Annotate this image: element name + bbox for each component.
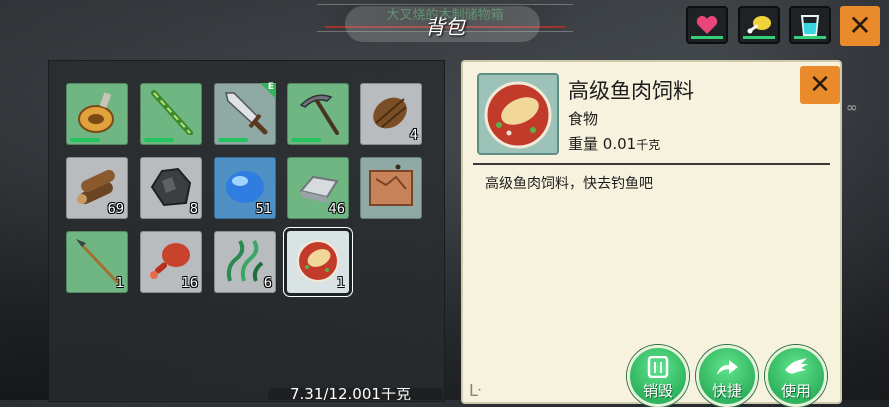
- map-icon: [369, 164, 413, 206]
- inventory-slot-iron-ingot[interactable]: 46: [287, 157, 349, 219]
- water-cup-icon: [800, 15, 820, 36]
- bark-bundle-icon: [373, 97, 407, 129]
- close-detail-button[interactable]: ✕: [800, 66, 840, 104]
- inventory-slot-spear[interactable]: 1: [66, 231, 128, 293]
- item-category: 食物: [568, 110, 599, 128]
- inventory-slot-bark-bundle[interactable]: 4: [360, 83, 422, 145]
- close-button[interactable]: ✕: [840, 6, 880, 46]
- heart-icon: [696, 16, 718, 34]
- detail-divider: [473, 163, 830, 165]
- food-button[interactable]: [738, 6, 780, 44]
- inventory-slot-iron-sword[interactable]: E: [214, 82, 276, 145]
- pickaxe-icon: [299, 94, 339, 135]
- item-weight: 重量 0.01千克: [568, 133, 660, 154]
- drumstick-icon: [747, 16, 771, 34]
- carry-weight: 7.31/12.001千克: [268, 388, 443, 400]
- inventory-slot-fish-feed[interactable]: 1: [284, 228, 352, 296]
- use-label: 使用: [780, 382, 811, 400]
- item-quantity: 16: [181, 276, 198, 291]
- carry-weight-text: 7.31/12.001千克: [290, 388, 411, 400]
- durability-bar: [70, 138, 100, 142]
- item-thumbnail: [477, 73, 559, 155]
- inventory-slot-pickaxe[interactable]: [287, 83, 349, 145]
- health-button[interactable]: [686, 6, 728, 44]
- item-description: 高级鱼肉饲料，快去钓鱼吧: [485, 176, 653, 192]
- destroy-button[interactable]: 销毁: [627, 345, 689, 407]
- item-quantity: 1: [115, 276, 124, 291]
- corner-ornament: ᒷ: [469, 381, 482, 400]
- durability-bar: [218, 138, 248, 142]
- use-button[interactable]: 使用: [765, 345, 827, 407]
- item-quantity: 51: [255, 202, 272, 217]
- spear-icon: [76, 239, 120, 283]
- item-weight-unit: 千克: [636, 138, 661, 152]
- item-quantity: 4: [409, 128, 418, 143]
- durability-bar: [291, 138, 321, 142]
- item-quantity: 8: [189, 202, 198, 217]
- durability-bar: [144, 138, 174, 142]
- shortcut-button[interactable]: 快捷: [696, 345, 758, 407]
- item-weight-label: 重量: [568, 135, 599, 153]
- bamboo-staff-icon: [151, 90, 193, 135]
- fish-feed-icon: [297, 240, 339, 282]
- hunger-bar: [743, 36, 775, 39]
- inventory-panel: E 4 69 8 51 46 1 16 6 1: [48, 60, 445, 402]
- title-banner: 大叉烧的木制储物箱 背包: [305, 0, 585, 42]
- item-quantity: 6: [263, 276, 272, 291]
- inventory-slot-seaweed[interactable]: 6: [214, 231, 276, 293]
- share-arrow-icon: [717, 360, 738, 375]
- inventory-slot-gourd-flask[interactable]: [66, 83, 128, 145]
- fish-feed-icon: [484, 81, 552, 149]
- inventory-slot-treasure-map[interactable]: [360, 157, 422, 219]
- destroy-label: 销毁: [642, 382, 673, 400]
- inventory-slot-meat-leg[interactable]: 16: [140, 231, 202, 293]
- item-quantity: 69: [107, 202, 124, 217]
- item-name: 高级鱼肉饲料: [568, 79, 694, 103]
- hand-icon: [785, 358, 808, 374]
- gourd-flask-icon: [78, 92, 114, 133]
- seaweed-icon: [226, 239, 264, 282]
- thirst-bar: [794, 36, 826, 39]
- trash-icon: [647, 356, 669, 378]
- item-quantity: 1: [336, 276, 345, 291]
- equipped-badge-letter: E: [267, 82, 274, 92]
- link-icon: ∞: [846, 100, 858, 116]
- inventory-slot-logs[interactable]: 69: [66, 157, 128, 219]
- shortcut-label: 快捷: [711, 382, 742, 400]
- page-title: 背包: [425, 14, 465, 39]
- health-bar: [691, 36, 723, 39]
- inventory-slot-coal-ore[interactable]: 8: [140, 157, 202, 219]
- item-weight-value: 0.01: [602, 135, 637, 153]
- inventory-slot-blue-crystal[interactable]: 51: [214, 157, 276, 219]
- water-button[interactable]: [789, 6, 831, 44]
- coal-ore-icon: [150, 167, 192, 207]
- item-quantity: 46: [328, 202, 345, 217]
- inventory-slot-bamboo-staff[interactable]: [140, 83, 202, 145]
